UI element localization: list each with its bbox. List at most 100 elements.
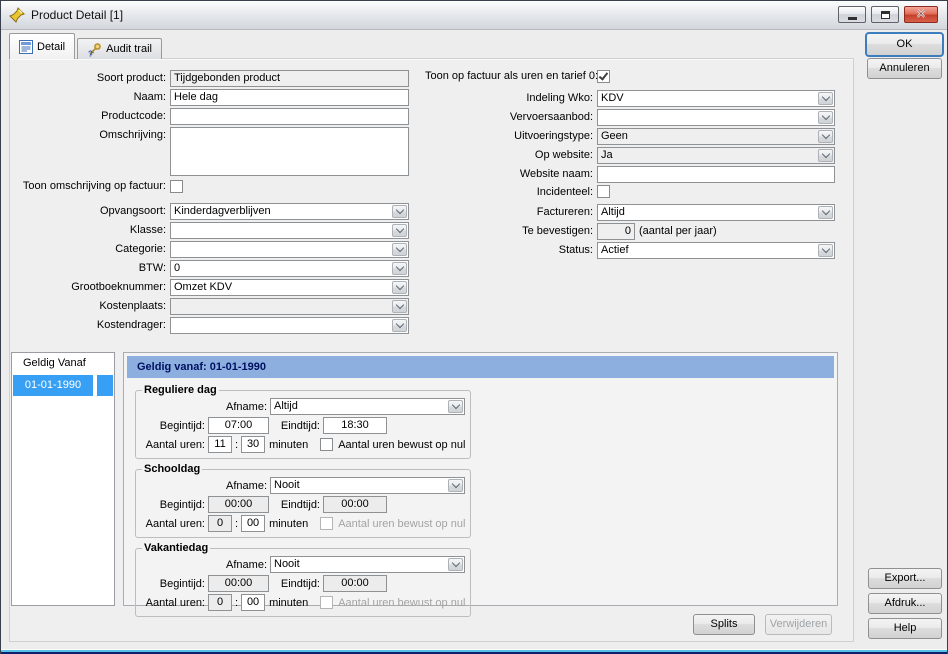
chevron-down-icon[interactable]: [818, 149, 833, 162]
btw-label: BTW:: [138, 262, 166, 274]
klasse-combo[interactable]: [170, 222, 409, 239]
chevron-down-icon[interactable]: [392, 319, 407, 332]
factureren-label: Factureren:: [536, 206, 593, 218]
chevron-down-icon[interactable]: [818, 244, 833, 257]
eindtijd-input[interactable]: 00:00: [323, 575, 387, 592]
group-title: Schooldag: [144, 463, 201, 475]
afname-combo[interactable]: Altijd: [270, 398, 466, 415]
aantal-nul-checkbox[interactable]: [320, 596, 334, 609]
svg-text:?: ?: [88, 49, 93, 57]
chevron-down-icon[interactable]: [392, 224, 407, 237]
btw-combo[interactable]: 0: [170, 260, 409, 277]
vervoersaanbod-label: Vervoersaanbod:: [509, 111, 593, 123]
grootboeknummer-combo[interactable]: Omzet KDV: [170, 279, 409, 296]
chevron-down-icon[interactable]: [448, 479, 464, 492]
split-button[interactable]: Splits: [693, 614, 755, 635]
chevron-down-icon[interactable]: [448, 558, 464, 571]
website-naam-label: Website naam:: [519, 168, 593, 180]
titlebar[interactable]: Product Detail [1]: [1, 1, 947, 30]
naam-input[interactable]: Hele dag: [170, 89, 409, 106]
productcode-input[interactable]: [170, 108, 409, 125]
toon-op-factuur-checkbox[interactable]: [597, 69, 610, 83]
ok-button[interactable]: OK: [865, 32, 944, 57]
minuten-input[interactable]: 00: [241, 594, 266, 611]
aantal-nul-checkbox[interactable]: [320, 438, 334, 451]
minuten-input[interactable]: 30: [241, 436, 266, 453]
uitvoeringstype-label: Uitvoeringstype:: [514, 130, 593, 142]
time-separator: :: [235, 596, 239, 609]
begintijd-input[interactable]: 00:00: [208, 575, 269, 592]
vervoersaanbod-combo[interactable]: [597, 109, 835, 126]
chevron-down-icon[interactable]: [448, 400, 464, 413]
begintijd-input[interactable]: 07:00: [208, 417, 269, 434]
begintijd-input[interactable]: 00:00: [208, 496, 269, 513]
grootboeknummer-value: Omzet KDV: [174, 281, 233, 293]
tab-detail-label: Detail: [37, 40, 66, 53]
aantal-nul-label: Aantal uren bewust op nul: [338, 438, 466, 451]
aantal-nul-checkbox[interactable]: [320, 517, 334, 530]
minimize-icon: [847, 16, 857, 20]
kostenplaats-combo[interactable]: [170, 298, 409, 315]
maximize-button[interactable]: [871, 6, 899, 23]
list-item[interactable]: 01-01-1990: [13, 375, 113, 396]
categorie-combo[interactable]: [170, 241, 409, 258]
incidenteel-label: Incidenteel:: [536, 185, 593, 198]
product-detail-dialog: Product Detail [1] Detail ? Audit trail: [0, 0, 948, 654]
minimize-button[interactable]: [838, 6, 866, 23]
afname-combo[interactable]: Nooit: [270, 477, 466, 494]
export-button[interactable]: Export...: [868, 568, 942, 589]
chevron-down-icon[interactable]: [818, 92, 833, 105]
print-button[interactable]: Afdruk...: [868, 593, 942, 614]
tab-detail[interactable]: Detail: [9, 33, 76, 59]
chevron-down-icon[interactable]: [392, 205, 407, 218]
uitvoeringstype-combo[interactable]: Geen: [597, 128, 835, 145]
validity-groups: Reguliere dag Afname: Altijd Begintijd: …: [124, 384, 837, 617]
uren-input[interactable]: 11: [208, 436, 232, 453]
eindtijd-input[interactable]: 18:30: [323, 417, 387, 434]
begintijd-label: Begintijd:: [159, 498, 205, 511]
omschrijving-textarea[interactable]: [170, 127, 409, 176]
afname-combo[interactable]: Nooit: [270, 556, 466, 573]
chevron-down-icon[interactable]: [818, 206, 833, 219]
chevron-down-icon[interactable]: [392, 262, 407, 275]
help-button[interactable]: Help: [868, 618, 942, 639]
minuten-input[interactable]: 00: [241, 515, 266, 532]
time-separator: :: [235, 517, 239, 530]
dagtype-group: Reguliere dag Afname: Altijd Begintijd: …: [135, 384, 472, 459]
chevron-down-icon[interactable]: [818, 130, 833, 143]
op-website-value: Ja: [601, 149, 613, 161]
indeling-wko-combo[interactable]: KDV: [597, 90, 835, 107]
eindtijd-input[interactable]: 00:00: [323, 496, 387, 513]
toon-omschrijving-checkbox[interactable]: [170, 179, 183, 193]
toon-op-factuur-label: Toon op factuur als uren en tarief 0:: [425, 70, 599, 82]
tab-audit-trail[interactable]: ? Audit trail: [77, 38, 162, 59]
eindtijd-label: Eindtijd:: [280, 419, 320, 432]
list-item-selection-extension: [97, 375, 113, 396]
op-website-combo[interactable]: Ja: [597, 147, 835, 164]
kostendrager-combo[interactable]: [170, 317, 409, 334]
chevron-down-icon[interactable]: [818, 111, 833, 124]
close-button[interactable]: [904, 6, 938, 23]
chevron-down-icon[interactable]: [392, 281, 407, 294]
uren-input[interactable]: 0: [208, 515, 232, 532]
factureren-combo[interactable]: Altijd: [597, 204, 835, 221]
audit-key-icon: ?: [87, 42, 102, 57]
afname-label: Afname:: [226, 400, 267, 413]
afname-label: Afname:: [226, 558, 267, 571]
status-combo[interactable]: Actief: [597, 242, 835, 259]
chevron-down-icon[interactable]: [392, 300, 407, 313]
omschrijving-label: Omschrijving:: [99, 129, 166, 141]
cancel-button[interactable]: Annuleren: [867, 58, 942, 79]
afname-value: Altijd: [274, 400, 298, 412]
uren-input[interactable]: 0: [208, 594, 232, 611]
aantal-nul-label: Aantal uren bewust op nul: [338, 596, 466, 609]
uitvoeringstype-value: Geen: [601, 130, 628, 142]
te-bevestigen-input[interactable]: 0: [597, 223, 635, 240]
incidenteel-checkbox[interactable]: [597, 185, 610, 198]
geldig-vanaf-list[interactable]: Geldig Vanaf 01-01-1990: [11, 352, 115, 606]
indeling-wko-value: KDV: [601, 92, 624, 104]
chevron-down-icon[interactable]: [392, 243, 407, 256]
eindtijd-label: Eindtijd:: [280, 498, 320, 511]
website-naam-input[interactable]: [597, 166, 835, 183]
opvangsoort-combo[interactable]: Kinderdagverblijven: [170, 203, 409, 220]
